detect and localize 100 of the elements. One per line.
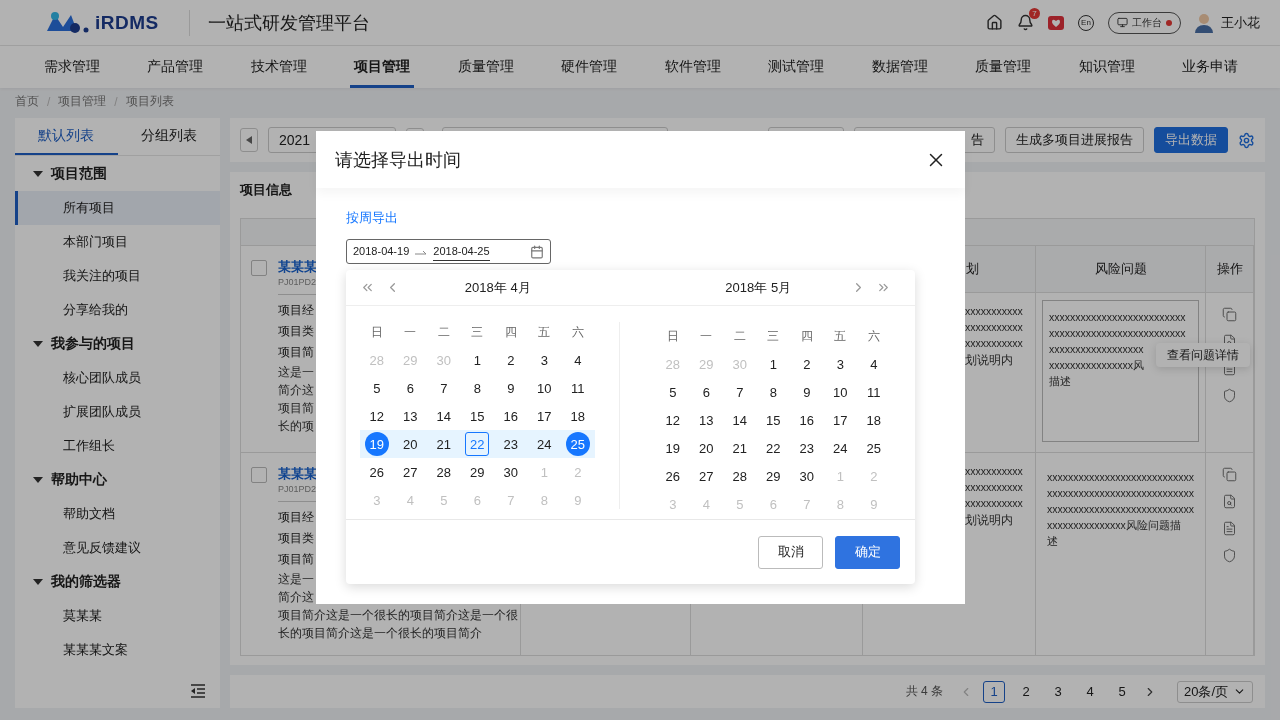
calendar-day[interactable]: 2 <box>498 348 523 372</box>
calendar-day[interactable]: 16 <box>794 408 819 432</box>
tree-item[interactable]: 核心团队成员 <box>15 361 220 395</box>
page-size-select[interactable]: 20条/页 <box>1177 680 1253 703</box>
calendar-day[interactable]: 19 <box>660 436 685 460</box>
calendar-day[interactable]: 19 <box>364 432 389 456</box>
tree-item[interactable]: 意见反馈建议 <box>15 531 220 565</box>
calendar-day[interactable]: 25 <box>565 432 590 456</box>
calendar-day[interactable]: 6 <box>694 380 719 404</box>
export-by-week-link[interactable]: 按周导出 <box>346 208 398 228</box>
nav-tab[interactable]: 硬件管理 <box>557 46 622 88</box>
tree-group[interactable]: 我参与的项目 <box>15 327 220 361</box>
risk-text-box[interactable]: xxxxxxxxxxxxxxxxxxxxxxxxxxxx xxxxxxxxxxxxxxxxxxxxxxxxxxxx xxxxxxxxxxxxxxxxxxxxxxxxxxxx xxxxxxxxxxxxxxx风险问题描 述 <box>1042 460 1199 602</box>
calendar-day[interactable]: 26 <box>364 460 389 484</box>
page-button[interactable]: 1 <box>983 680 1005 703</box>
calendar-day[interactable]: 23 <box>794 436 819 460</box>
calendar-day[interactable]: 8 <box>761 380 786 404</box>
calendar-day[interactable]: 3 <box>532 348 557 372</box>
sidebar-tab[interactable]: 分组列表 <box>117 118 220 155</box>
nav-tab[interactable]: 技术管理 <box>246 46 311 88</box>
tree-item[interactable]: 某某某文案 <box>15 633 220 667</box>
tree-item[interactable]: 我关注的项目 <box>15 259 220 293</box>
calendar-day[interactable]: 28 <box>727 464 752 488</box>
calendar-day[interactable]: 7 <box>431 376 456 400</box>
calendar-day[interactable]: 17 <box>532 404 557 428</box>
calendar-day[interactable]: 25 <box>861 436 886 460</box>
tree-item[interactable]: 帮助文档 <box>15 497 220 531</box>
calendar-day[interactable]: 27 <box>398 460 423 484</box>
calendar-day[interactable]: 29 <box>465 460 490 484</box>
calendar-day[interactable]: 10 <box>828 380 853 404</box>
breadcrumb-link[interactable]: 首页 <box>15 93 39 110</box>
calendar-day[interactable]: 26 <box>660 464 685 488</box>
calendar-day[interactable]: 22 <box>465 432 490 456</box>
calendar-day[interactable]: 15 <box>761 408 786 432</box>
calendar-day[interactable]: 11 <box>565 376 590 400</box>
calendar-day[interactable]: 8 <box>465 376 490 400</box>
calendar-day[interactable]: 5 <box>660 380 685 404</box>
nav-tab[interactable]: 数据管理 <box>867 46 932 88</box>
report-button[interactable]: 生成多项目进展报告 <box>1005 127 1144 153</box>
calendar-day[interactable]: 5 <box>364 376 389 400</box>
calendar-day[interactable]: 28 <box>431 460 456 484</box>
calendar-day[interactable]: 2 <box>794 352 819 376</box>
calendar-day[interactable]: 13 <box>694 408 719 432</box>
nav-tab[interactable]: 质量管理 <box>453 46 518 88</box>
calendar-day[interactable]: 30 <box>498 460 523 484</box>
calendar-day[interactable]: 15 <box>465 404 490 428</box>
export-button[interactable]: 导出数据 <box>1154 127 1228 153</box>
calendar-day[interactable]: 29 <box>761 464 786 488</box>
nav-tab[interactable]: 质量管理 <box>971 46 1036 88</box>
breadcrumb-link[interactable]: 项目管理 <box>58 93 107 110</box>
calendar-day[interactable]: 20 <box>398 432 423 456</box>
calendar-day[interactable]: 4 <box>565 348 590 372</box>
calendar-day[interactable]: 22 <box>761 436 786 460</box>
calendar-day[interactable]: 9 <box>498 376 523 400</box>
nav-tab[interactable]: 产品管理 <box>143 46 208 88</box>
calendar-day[interactable]: 21 <box>431 432 456 456</box>
calendar-day[interactable]: 12 <box>364 404 389 428</box>
calendar-day[interactable]: 4 <box>861 352 886 376</box>
calendar-day[interactable]: 13 <box>398 404 423 428</box>
confirm-button[interactable]: 确定 <box>835 535 900 569</box>
nav-tab[interactable]: 项目管理 <box>350 46 415 88</box>
calendar-day[interactable]: 1 <box>465 348 490 372</box>
calendar-day[interactable]: 20 <box>694 436 719 460</box>
nav-tab[interactable]: 测试管理 <box>764 46 829 88</box>
calendar-day[interactable]: 14 <box>431 404 456 428</box>
calendar-day[interactable]: 9 <box>794 380 819 404</box>
tree-item[interactable]: 分享给我的 <box>15 293 220 327</box>
calendar-day[interactable]: 18 <box>861 408 886 432</box>
calendar-day[interactable]: 7 <box>727 380 752 404</box>
calendar-day[interactable]: 27 <box>694 464 719 488</box>
calendar-day[interactable]: 24 <box>532 432 557 456</box>
nav-tab[interactable]: 知识管理 <box>1074 46 1139 88</box>
tree-item[interactable]: 所有项目 <box>15 191 220 225</box>
nav-tab[interactable]: 软件管理 <box>660 46 725 88</box>
calendar-day[interactable]: 17 <box>828 408 853 432</box>
calendar-day[interactable]: 18 <box>565 404 590 428</box>
date-range-field[interactable]: 2018-04-19 2018-04-25 <box>346 239 551 264</box>
calendar-day[interactable]: 30 <box>794 464 819 488</box>
workbench-button[interactable]: 工作台 <box>1108 11 1181 34</box>
tree-item[interactable]: 扩展团队成员 <box>15 395 220 429</box>
tree-group[interactable]: 项目范围 <box>15 157 220 191</box>
calendar-day[interactable]: 1 <box>761 352 786 376</box>
cancel-button[interactable]: 取消 <box>758 535 823 569</box>
nav-tab[interactable]: 业务申请 <box>1178 46 1243 88</box>
tree-item[interactable]: 莫某某 <box>15 599 220 633</box>
calendar-day[interactable]: 6 <box>398 376 423 400</box>
tree-group[interactable]: 我的筛选器 <box>15 565 220 599</box>
calendar-day[interactable]: 11 <box>861 380 886 404</box>
nav-tab[interactable]: 需求管理 <box>39 46 104 88</box>
calendar-day[interactable]: 24 <box>828 436 853 460</box>
calendar-day[interactable]: 12 <box>660 408 685 432</box>
sidebar-tab[interactable]: 默认列表 <box>15 118 118 155</box>
calendar-day[interactable]: 16 <box>498 404 523 428</box>
calendar-day[interactable]: 23 <box>498 432 523 456</box>
tree-group[interactable]: 帮助中心 <box>15 463 220 497</box>
calendar-day[interactable]: 21 <box>727 436 752 460</box>
calendar-day[interactable]: 10 <box>532 376 557 400</box>
calendar-day[interactable]: 3 <box>828 352 853 376</box>
calendar-day[interactable]: 14 <box>727 408 752 432</box>
tree-item[interactable]: 本部门项目 <box>15 225 220 259</box>
